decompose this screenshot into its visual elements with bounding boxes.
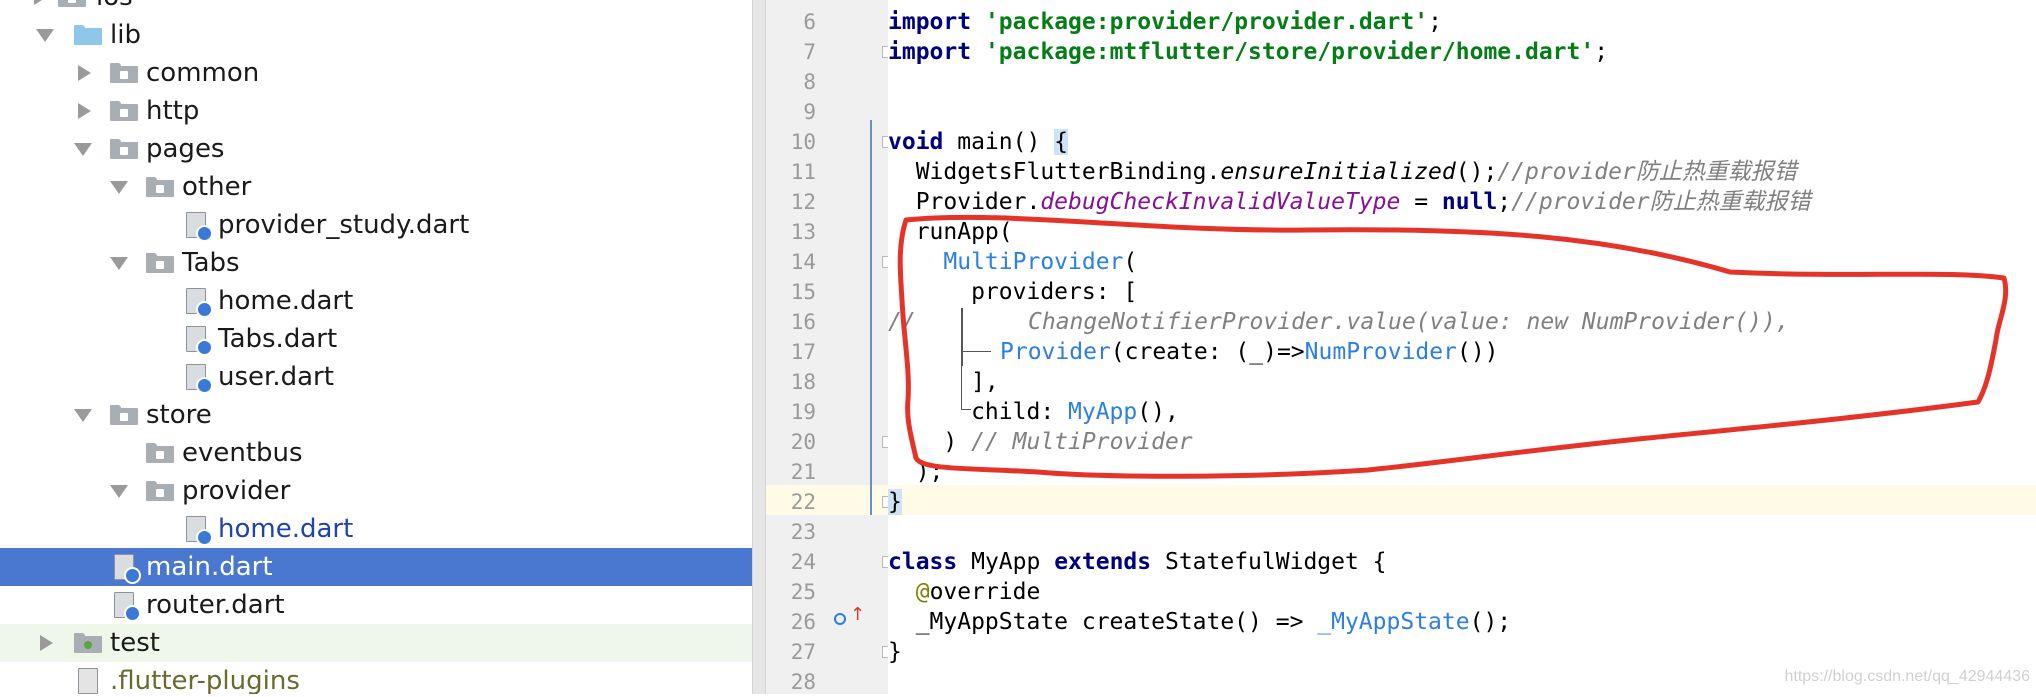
tree-item-router-dart[interactable]: router.dart xyxy=(0,586,752,624)
line-number: 22 xyxy=(790,490,816,514)
folder-icon xyxy=(110,101,138,121)
implements-arrow-icon[interactable]: ↑ xyxy=(850,606,865,624)
line-number: 24 xyxy=(790,550,816,574)
override-marker-icon[interactable] xyxy=(834,613,846,625)
line-number: 10 xyxy=(790,130,816,154)
dart-file-icon xyxy=(112,592,141,622)
tree-item-common[interactable]: common xyxy=(0,54,752,92)
tree-item-store[interactable]: store xyxy=(0,396,752,434)
tree-item-label: home.dart xyxy=(218,286,354,316)
watermark: https://blog.csdn.net/qq_42944436 xyxy=(1784,668,2030,685)
expand-arrow-icon[interactable] xyxy=(40,635,53,651)
tree-item-label: Tabs xyxy=(182,248,240,278)
project-tree[interactable]: ios lib common http pages other provider… xyxy=(0,0,752,694)
tree-item-user-dart[interactable]: user.dart xyxy=(0,358,752,396)
folder-icon xyxy=(146,481,174,501)
folder-icon xyxy=(146,253,174,273)
tree-item-pages[interactable]: pages xyxy=(0,130,752,168)
line-number: 9 xyxy=(803,100,816,124)
tree-item-label: http xyxy=(146,96,200,126)
tree-item-label: store xyxy=(146,400,212,430)
dart-file-icon xyxy=(112,554,141,584)
tree-item-http[interactable]: http xyxy=(0,92,752,130)
tree-item-provider-study-dart[interactable]: provider_study.dart xyxy=(0,206,752,244)
tree-item-tabs[interactable]: Tabs xyxy=(0,244,752,282)
expand-arrow-icon[interactable] xyxy=(34,0,47,5)
tree-item-provider[interactable]: provider xyxy=(0,472,752,510)
red-annotation-circle xyxy=(897,214,2009,479)
tree-item-test[interactable]: test xyxy=(0,624,752,662)
collapse-arrow-icon[interactable] xyxy=(74,143,92,156)
tree-item-label: other xyxy=(182,172,252,202)
code-editor[interactable]: import 'package:provider/provider.dart';… xyxy=(888,0,2036,694)
tree-item-label: common xyxy=(146,58,260,88)
tree-item-label: router.dart xyxy=(146,590,285,620)
tree-item-label: home.dart xyxy=(218,514,354,544)
tree-item-label: .flutter-plugins xyxy=(110,666,300,694)
collapse-arrow-icon[interactable] xyxy=(110,257,128,270)
tree-item-main-dart[interactable]: main.dart xyxy=(0,548,752,586)
dart-file-icon xyxy=(184,288,213,318)
line-number: 27 xyxy=(790,640,816,664)
dart-file-icon xyxy=(184,364,213,394)
folder-icon xyxy=(146,177,174,197)
tree-item-label: Tabs.dart xyxy=(218,324,338,354)
dart-file-icon xyxy=(184,516,213,546)
expand-arrow-icon[interactable] xyxy=(78,103,91,119)
line-number: 28 xyxy=(790,670,816,694)
line-number: 17 xyxy=(790,340,816,364)
tree-item-ios[interactable]: ios xyxy=(0,0,752,16)
tree-item-tabs-dart[interactable]: Tabs.dart xyxy=(0,320,752,358)
tree-item-label: provider_study.dart xyxy=(218,210,470,240)
tree-item-store-home-dart[interactable]: home.dart xyxy=(0,510,752,548)
line-number: 20 xyxy=(790,430,816,454)
line-number: 18 xyxy=(790,370,816,394)
tree-item-lib[interactable]: lib xyxy=(0,16,752,54)
collapse-arrow-icon[interactable] xyxy=(36,29,54,42)
test-folder-icon xyxy=(74,633,102,653)
text-file-icon xyxy=(76,668,102,694)
tree-item-eventbus[interactable]: eventbus xyxy=(0,434,752,472)
tree-item-home-dart[interactable]: home.dart xyxy=(0,282,752,320)
line-number: 21 xyxy=(790,460,816,484)
line-number: 8 xyxy=(803,70,816,94)
line-number: 13 xyxy=(790,220,816,244)
tree-item-label: main.dart xyxy=(146,552,273,582)
tree-item-label: test xyxy=(110,628,160,658)
collapse-arrow-icon[interactable] xyxy=(74,409,92,422)
line-number: 12 xyxy=(790,190,816,214)
tree-item-label: provider xyxy=(182,476,291,506)
collapse-arrow-icon[interactable] xyxy=(110,181,128,194)
editor-gutter: 6 7 8 9 10 11 12 13 14 15 16 17 18 19 20… xyxy=(766,0,894,694)
folder-icon xyxy=(58,0,86,7)
tree-item-other[interactable]: other xyxy=(0,168,752,206)
line-number: 25 xyxy=(790,580,816,604)
line-number: 15 xyxy=(790,280,816,304)
folder-icon xyxy=(146,443,174,463)
line-number: 19 xyxy=(790,400,816,424)
line-number: 14 xyxy=(790,250,816,274)
line-number: 11 xyxy=(790,160,816,184)
folder-icon xyxy=(110,63,138,83)
line-number: 16 xyxy=(790,310,816,334)
tree-item-label: lib xyxy=(110,20,141,50)
line-number: 6 xyxy=(803,10,816,34)
tree-item-label: user.dart xyxy=(218,362,334,392)
collapse-arrow-icon[interactable] xyxy=(110,485,128,498)
line-number: 7 xyxy=(803,40,816,64)
folder-icon xyxy=(110,405,138,425)
scope-indicator-line xyxy=(870,120,872,515)
expand-arrow-icon[interactable] xyxy=(78,65,91,81)
line-number: 26 xyxy=(790,610,816,634)
tree-item-label: eventbus xyxy=(182,438,303,468)
folder-icon xyxy=(110,139,138,159)
line-number: 23 xyxy=(790,520,816,544)
panel-splitter[interactable] xyxy=(752,0,766,694)
tree-item-label: ios xyxy=(96,0,133,11)
dart-file-icon xyxy=(184,326,213,356)
source-folder-icon xyxy=(74,25,102,45)
tree-item-flutter-plugins[interactable]: .flutter-plugins xyxy=(0,662,752,694)
dart-file-icon xyxy=(184,212,213,242)
tree-item-label: pages xyxy=(146,134,225,164)
